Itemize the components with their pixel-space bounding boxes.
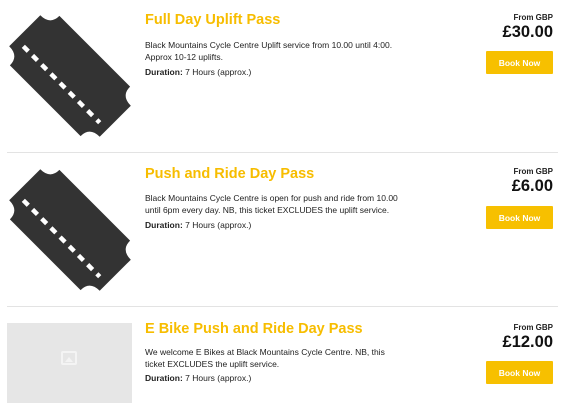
ticket-icon — [0, 0, 140, 140]
book-now-button[interactable]: Book Now — [486, 51, 553, 74]
price-prefix: From GBP — [513, 167, 553, 176]
divider — [7, 306, 558, 307]
pass-title[interactable]: E Bike Push and Ride Day Pass — [145, 321, 363, 337]
duration-label: Duration: — [145, 373, 183, 383]
duration-value: 7 Hours (approx.) — [182, 67, 252, 77]
price-prefix: From GBP — [513, 13, 553, 22]
pass-duration: Duration: 7 Hours (approx.) — [145, 373, 251, 383]
duration-label: Duration: — [145, 220, 183, 230]
price-prefix: From GBP — [513, 323, 553, 332]
pass-title[interactable]: Push and Ride Day Pass — [145, 166, 314, 182]
pass-description: Black Mountains Cycle Centre Uplift serv… — [145, 40, 393, 62]
price-value: £12.00 — [502, 333, 553, 351]
book-now-button[interactable]: Book Now — [486, 361, 553, 384]
price-value: £6.00 — [511, 177, 553, 195]
pass-description: We welcome E Bikes at Black Mountains Cy… — [145, 347, 385, 369]
image-placeholder-icon — [61, 351, 77, 365]
duration-value: 7 Hours (approx.) — [182, 373, 252, 383]
book-now-button[interactable]: Book Now — [486, 206, 553, 229]
pass-duration: Duration: 7 Hours (approx.) — [145, 67, 251, 77]
ticket-icon — [0, 154, 140, 294]
duration-value: 7 Hours (approx.) — [182, 220, 252, 230]
price-value: £30.00 — [502, 23, 553, 41]
duration-label: Duration: — [145, 67, 183, 77]
divider — [7, 152, 558, 153]
pass-card-push-and-ride: Push and Ride Day Pass Black Mountains C… — [0, 154, 565, 304]
pass-card-full-day-uplift: Full Day Uplift Pass Black Mountains Cyc… — [0, 0, 565, 150]
pass-duration: Duration: 7 Hours (approx.) — [145, 220, 251, 230]
pass-title[interactable]: Full Day Uplift Pass — [145, 12, 280, 28]
pass-description: Black Mountains Cycle Centre is open for… — [145, 193, 398, 215]
pass-card-e-bike: E Bike Push and Ride Day Pass We welcome… — [0, 308, 565, 403]
image-placeholder — [7, 323, 132, 403]
